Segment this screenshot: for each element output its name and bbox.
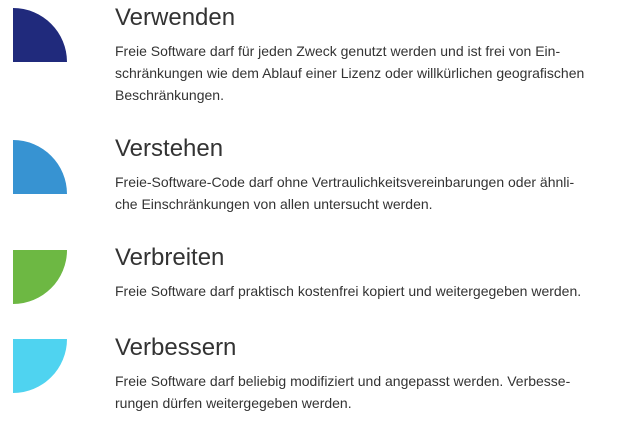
description-line: schränkungen wie dem Ablauf einer Lizenz…: [115, 65, 585, 81]
dark-blue-quarter-circle-icon: [13, 8, 67, 62]
description-line: Freie Software darf für jeden Zweck genu…: [115, 43, 561, 59]
description-line: Freie Software darf beliebig modifiziert…: [115, 373, 571, 389]
description-line: Beschränkungen.: [115, 87, 224, 103]
description-line: rungen dürfen weitergegeben werden.: [115, 395, 352, 411]
freedom-title-distribute: Verbreiten: [115, 244, 225, 271]
light-blue-quarter-circle-icon: [13, 339, 67, 393]
description-line: che Einschränkungen von allen untersucht…: [115, 196, 433, 212]
freedom-description-improve: Freie Software darf beliebig modifiziert…: [115, 370, 640, 414]
description-line: Freie Software darf praktisch kostenfrei…: [115, 283, 582, 299]
freedom-description-understand: Freie-Software-Code darf ohne Vertraulic…: [115, 171, 640, 215]
green-quarter-circle-icon: [13, 250, 67, 304]
freedom-description-distribute: Freie Software darf praktisch kostenfrei…: [115, 280, 640, 302]
freedom-title-use: Verwenden: [115, 4, 236, 31]
description-line: Freie-Software-Code darf ohne Vertraulic…: [115, 174, 575, 190]
freedom-description-use: Freie Software darf für jeden Zweck genu…: [115, 40, 640, 106]
blue-quarter-circle-icon: [13, 140, 67, 194]
freedom-title-understand: Verstehen: [115, 135, 224, 162]
freedom-title-improve: Verbessern: [115, 334, 237, 361]
